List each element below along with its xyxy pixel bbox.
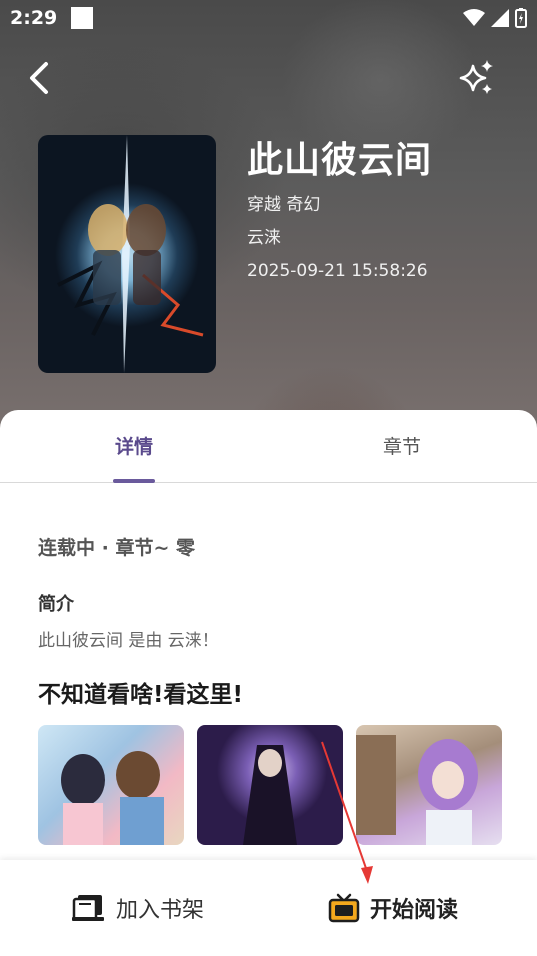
book-cover	[38, 135, 216, 373]
tab-bar: 详情 章节	[0, 410, 537, 483]
sparkle-icon	[459, 60, 493, 94]
back-button[interactable]	[24, 58, 60, 98]
bookshelf-icon	[72, 895, 104, 921]
status-time: 2:29	[10, 7, 58, 29]
recommend-heading: 不知道看啥!看这里!	[38, 682, 243, 708]
intro-heading: 简介	[38, 594, 74, 615]
cover-art	[57, 135, 204, 373]
book-updated: 2025-09-21 15:58:26	[247, 261, 428, 281]
add-shelf-button[interactable]: 加入书架	[70, 892, 204, 924]
tv-icon	[328, 893, 360, 923]
battery-icon	[515, 8, 527, 28]
status-icons	[463, 8, 527, 28]
recommend-card[interactable]	[197, 725, 343, 845]
thumb-art	[61, 751, 164, 845]
thumb-art	[356, 735, 478, 845]
book-title: 此山彼云间	[247, 140, 433, 181]
intro-text: 此山彼云间 是由 云涞！	[38, 631, 219, 651]
recommend-card[interactable]	[38, 725, 184, 845]
tab-detail[interactable]: 详情	[74, 432, 194, 459]
book-genres: 穿越 奇幻	[247, 195, 321, 215]
recommend-list	[38, 725, 502, 845]
notification-icon	[71, 7, 94, 29]
status-bar: 2:29	[0, 0, 537, 36]
start-read-label: 开始阅读	[370, 898, 459, 923]
wifi-icon	[463, 9, 485, 26]
book-author: 云涞	[247, 228, 281, 248]
signal-icon	[491, 9, 509, 27]
book-info: 此山彼云间 穿越 奇幻 云涞 2025-09-21 15:58:26	[247, 138, 432, 282]
serial-status: 连载中 · 章节~ 零	[38, 537, 195, 559]
recommend-card[interactable]	[356, 725, 502, 845]
start-read-button[interactable]: 开始阅读	[328, 892, 458, 924]
bottom-action-bar: 加入书架 开始阅读	[0, 860, 537, 956]
sparkle-button[interactable]	[457, 58, 497, 98]
tab-indicator	[113, 479, 155, 483]
tab-chapters[interactable]: 章节	[342, 432, 462, 459]
thumb-art	[243, 745, 297, 845]
chevron-left-icon	[30, 62, 48, 94]
add-shelf-label: 加入书架	[116, 898, 205, 923]
